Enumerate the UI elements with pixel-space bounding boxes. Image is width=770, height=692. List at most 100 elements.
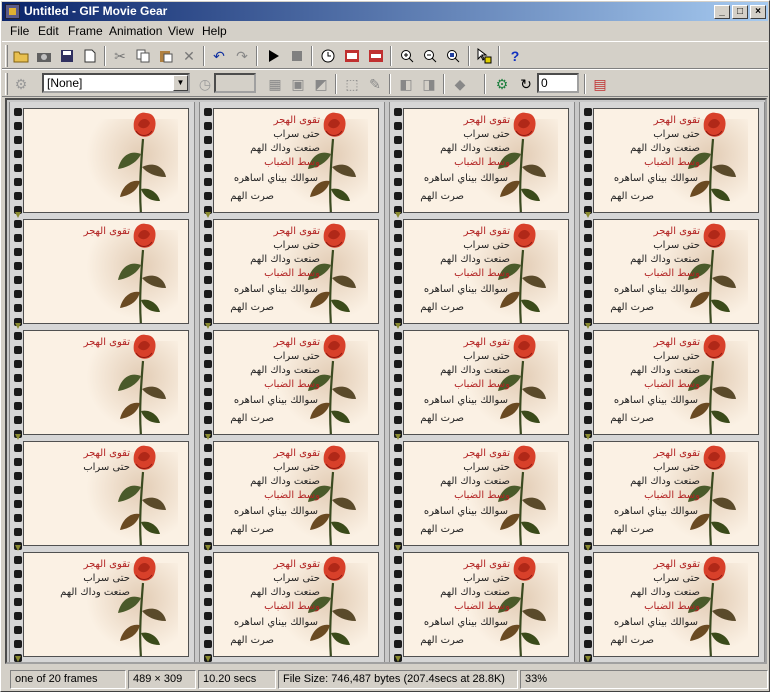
palette-icon[interactable]: ▣ [288, 74, 308, 94]
open-icon[interactable] [11, 46, 31, 66]
redo-icon[interactable]: ↷ [232, 46, 252, 66]
background-icon[interactable]: ◩ [311, 74, 331, 94]
menu-edit[interactable]: Edit [38, 24, 59, 38]
zoom-in-icon[interactable] [397, 46, 417, 66]
film-perforation [14, 332, 22, 340]
animation-frame[interactable]: تقوى الهجر حتى سراب صنعت وداك الهم وسط الضب… [593, 330, 759, 435]
animation-frame[interactable]: تقوى الهجر حتى سراب [23, 441, 189, 546]
animation-frame[interactable]: تقوى الهجر حتى سراب صنعت وداك الهم وسط الضب… [403, 219, 569, 324]
delay-input[interactable] [214, 73, 256, 93]
menu-animation[interactable]: Animation [109, 24, 162, 38]
frame-text-line: صرت الهم [610, 302, 654, 313]
animation-icon[interactable]: ⚙ [492, 74, 512, 94]
global-props-icon[interactable] [366, 46, 386, 66]
film-perforation [584, 150, 592, 158]
edit-frame-icon[interactable]: ✎ [365, 74, 385, 94]
chevron-down-icon[interactable]: ▼ [173, 75, 188, 91]
animation-frame[interactable]: تقوى الهجر حتى سراب صنعت وداك الهم وسط الضب… [593, 219, 759, 324]
copy-icon[interactable] [133, 46, 153, 66]
frame-text-line: صرت الهم [230, 191, 274, 202]
delete-icon[interactable]: ✕ [179, 46, 199, 66]
film-perforation [204, 276, 212, 284]
animation-frame[interactable]: تقوى الهجر حتى سراب صنعت وداك الهم وسط الضب… [213, 441, 379, 546]
effect-dropdown[interactable]: [None] ▼ [42, 73, 190, 93]
frame-text-line: وسط الضباب [454, 157, 510, 168]
animation-frame[interactable]: تقوى الهجر حتى سراب صنعت وداك الهم وسط الضب… [403, 441, 569, 546]
crop-icon[interactable]: ⬚ [342, 74, 362, 94]
frame-marker-icon [395, 434, 401, 440]
timing-icon[interactable] [318, 46, 338, 66]
animation-frame[interactable]: تقوى الهجر حتى سراب صنعت وداك الهم [23, 552, 189, 657]
film-perforation [584, 220, 592, 228]
menu-frame[interactable]: Frame [68, 24, 103, 38]
film-perforation [14, 290, 22, 298]
frame-text-line: وسط الضباب [264, 157, 320, 168]
animation-frame[interactable]: تقوى الهجر [23, 330, 189, 435]
frame-text-line: سوالك بيناي اساهره [423, 617, 508, 628]
animation-frame[interactable]: تقوى الهجر حتى سراب صنعت وداك الهم وسط الضب… [593, 552, 759, 657]
stop-icon[interactable] [287, 46, 307, 66]
film-perforation [394, 402, 402, 410]
film-perforation [204, 388, 212, 396]
animation-frame[interactable]: تقوى الهجر حتى سراب صنعت وداك الهم وسط الضب… [593, 108, 759, 213]
menu-file[interactable]: File [10, 24, 29, 38]
loop-icon: ↻ [520, 75, 532, 92]
frame-text-line: وسط الضباب [644, 490, 700, 501]
preview-icon[interactable]: ▤ [590, 74, 610, 94]
film-perforation [14, 500, 22, 508]
animation-frame[interactable]: تقوى الهجر [23, 219, 189, 324]
play-icon[interactable] [264, 46, 284, 66]
animation-frame[interactable]: تقوى الهجر حتى سراب صنعت وداك الهم وسط الضب… [403, 108, 569, 213]
help-icon[interactable]: ? [505, 46, 525, 66]
undo-icon[interactable]: ↶ [209, 46, 229, 66]
new-icon[interactable] [80, 46, 100, 66]
film-perforation [584, 612, 592, 620]
frame-text-line: سوالك بيناي اساهره [613, 395, 698, 406]
frame-text-line: صنعت وداك الهم [250, 365, 320, 376]
frame-text-line: حتى سراب [463, 351, 510, 362]
frame-props-icon[interactable] [342, 46, 362, 66]
animation-frame[interactable]: تقوى الهجر حتى سراب صنعت وداك الهم وسط الضب… [403, 552, 569, 657]
frame-text-line: وسط الضباب [644, 379, 700, 390]
film-perforation [204, 472, 212, 480]
toolbar-grip[interactable] [5, 73, 8, 95]
insert-frame-icon[interactable]: ◧ [396, 74, 416, 94]
camera-icon[interactable] [34, 46, 54, 66]
frames-view[interactable]: تقوى الهجر تقوى الهجر تقوى الهجر حتى سراب تق… [5, 98, 767, 664]
frame-text-line: سوالك بيناي اساهره [233, 284, 318, 295]
cut-icon[interactable]: ✂ [110, 46, 130, 66]
film-perforation [584, 402, 592, 410]
loop-count-input[interactable]: 0 [537, 73, 579, 93]
film-perforation [14, 640, 22, 648]
zoom-out-icon[interactable] [420, 46, 440, 66]
menu-help[interactable]: Help [202, 24, 227, 38]
animation-frame[interactable]: تقوى الهجر حتى سراب صنعت وداك الهم وسط الضب… [593, 441, 759, 546]
maximize-button[interactable]: □ [732, 5, 748, 19]
film-perforation [204, 192, 212, 200]
status-bar: one of 20 frames 489 × 309 10.20 secs Fi… [2, 669, 768, 690]
zoom-fit-icon[interactable] [443, 46, 463, 66]
save-icon[interactable] [57, 46, 77, 66]
animation-frame[interactable]: تقوى الهجر حتى سراب صنعت وداك الهم وسط الضب… [403, 330, 569, 435]
animation-frame[interactable]: تقوى الهجر حتى سراب صنعت وداك الهم وسط الضب… [213, 552, 379, 657]
animation-frame[interactable]: تقوى الهجر حتى سراب صنعت وداك الهم وسط الضب… [213, 330, 379, 435]
film-perforation [584, 514, 592, 522]
animation-frame[interactable]: تقوى الهجر حتى سراب صنعت وداك الهم وسط الضب… [213, 219, 379, 324]
transparency-icon[interactable]: ▦ [265, 74, 285, 94]
context-help-icon[interactable] [474, 46, 494, 66]
animation-frame[interactable] [23, 108, 189, 213]
film-perforation [394, 360, 402, 368]
paste-icon[interactable] [156, 46, 176, 66]
status-frames: one of 20 frames [10, 670, 126, 689]
toolbar-grip[interactable] [5, 45, 8, 67]
app-icon[interactable] [5, 4, 20, 19]
frame-text: تقوى الهجر حتى سراب صنعت وداك الهم وسط الضب… [594, 331, 704, 434]
optimize-icon[interactable]: ◆ [450, 74, 470, 94]
menu-view[interactable]: View [168, 24, 194, 38]
animation-frame[interactable]: تقوى الهجر حتى سراب صنعت وداك الهم وسط الضب… [213, 108, 379, 213]
duplicate-frame-icon[interactable]: ◨ [419, 74, 439, 94]
frame-marker-icon [205, 656, 211, 662]
effects-icon[interactable]: ⚙ [11, 74, 31, 94]
close-button[interactable]: × [750, 5, 766, 19]
minimize-button[interactable]: _ [714, 5, 730, 19]
